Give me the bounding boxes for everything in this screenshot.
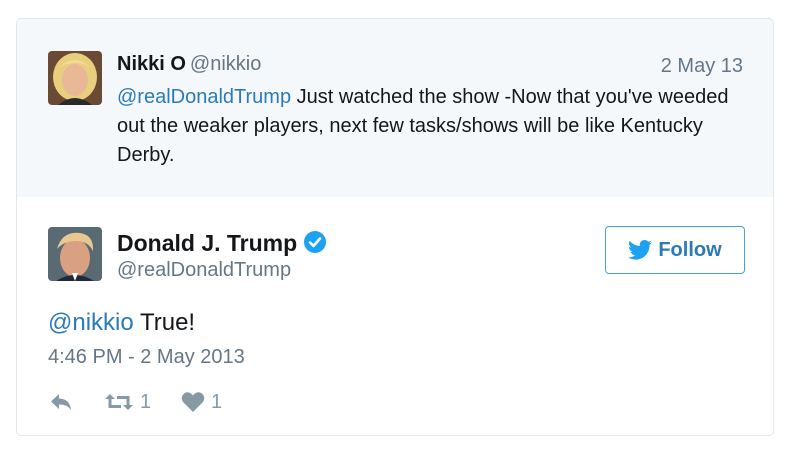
author-name[interactable]: Donald J. Trump <box>117 230 327 260</box>
bird-icon <box>628 240 653 260</box>
avatar[interactable] <box>48 227 102 281</box>
tweet-body: True! <box>133 309 196 336</box>
retweet-button[interactable]: 1 <box>104 391 181 414</box>
author-name[interactable]: Nikki O @nikkio <box>117 53 261 76</box>
tweet-actions: 1 1 <box>48 390 222 414</box>
reply-button[interactable] <box>48 392 104 412</box>
author-handle[interactable]: @nikkio <box>190 53 261 75</box>
author-handle[interactable]: @realDonaldTrump <box>117 259 291 282</box>
retweet-icon <box>105 394 133 410</box>
parent-tweet[interactable]: Nikki O @nikkio 2 May 13 @realDonaldTrump… <box>17 19 773 197</box>
reply-icon <box>51 394 71 410</box>
verified-badge-icon <box>303 230 327 260</box>
tweet-embed-card: Nikki O @nikkio 2 May 13 @realDonaldTrump… <box>16 18 774 436</box>
tweet-text: @realDonaldTrump Just watched the show -… <box>117 83 737 170</box>
mention-link[interactable]: @nikkio <box>48 309 134 336</box>
like-button[interactable]: 1 <box>181 391 222 414</box>
follow-button[interactable]: Follow <box>605 226 745 274</box>
tweet-date[interactable]: 2 May 13 <box>661 55 743 78</box>
follow-label: Follow <box>658 238 722 261</box>
like-count: 1 <box>211 390 223 413</box>
retweet-count: 1 <box>140 390 152 413</box>
heart-icon <box>181 392 205 412</box>
mention-link[interactable]: @realDonaldTrump <box>117 86 291 108</box>
tweet-timestamp[interactable]: 4:46 PM - 2 May 2013 <box>48 346 245 369</box>
avatar[interactable] <box>48 51 102 105</box>
tweet-text: @nikkio True! <box>48 309 195 337</box>
